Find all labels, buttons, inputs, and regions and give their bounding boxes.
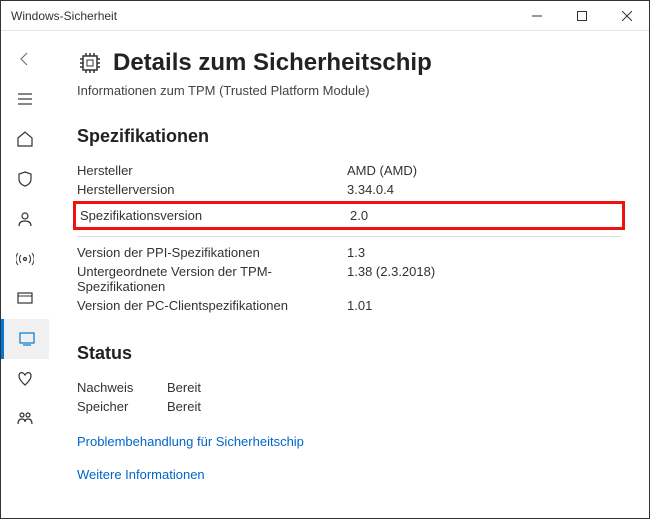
spec-row: Version der PC-Clientspezifikationen1.01 xyxy=(77,296,621,315)
specs-group-1: HerstellerAMD (AMD) Herstellerversion3.3… xyxy=(77,161,621,199)
status-row: SpeicherBereit xyxy=(77,397,621,416)
close-button[interactable] xyxy=(604,1,649,31)
minimize-button[interactable] xyxy=(514,1,559,31)
separator xyxy=(77,236,621,237)
sidebar-device-security[interactable] xyxy=(1,319,49,359)
spec-row-highlighted: Spezifikationsversion2.0 xyxy=(73,201,625,230)
menu-button[interactable] xyxy=(1,79,49,119)
window-controls xyxy=(514,1,649,31)
troubleshoot-link[interactable]: Problembehandlung für Sicherheitschip xyxy=(77,434,621,449)
spec-row: Untergeordnete Version der TPM-Spezifika… xyxy=(77,262,621,296)
specs-heading: Spezifikationen xyxy=(77,126,621,147)
spec-row: HerstellerAMD (AMD) xyxy=(77,161,621,180)
specs-group-2: Version der PPI-Spezifikationen1.3 Unter… xyxy=(77,243,621,315)
chip-icon xyxy=(77,50,103,76)
spec-row: Version der PPI-Spezifikationen1.3 xyxy=(77,243,621,262)
maximize-button[interactable] xyxy=(559,1,604,31)
status-heading: Status xyxy=(77,343,621,364)
status-row: NachweisBereit xyxy=(77,378,621,397)
sidebar-home[interactable] xyxy=(1,119,49,159)
page-subtitle: Informationen zum TPM (Trusted Platform … xyxy=(77,83,621,98)
page-title: Details zum Sicherheitschip xyxy=(113,49,432,77)
content: Details zum Sicherheitschip Informatione… xyxy=(49,31,649,518)
spec-row: Herstellerversion3.34.0.4 xyxy=(77,180,621,199)
titlebar: Windows-Sicherheit xyxy=(1,1,649,31)
sidebar xyxy=(1,31,49,518)
sidebar-firewall[interactable] xyxy=(1,239,49,279)
sidebar-protection[interactable] xyxy=(1,159,49,199)
sidebar-health[interactable] xyxy=(1,359,49,399)
sidebar-family[interactable] xyxy=(1,399,49,439)
sidebar-app[interactable] xyxy=(1,279,49,319)
sidebar-account[interactable] xyxy=(1,199,49,239)
back-button[interactable] xyxy=(1,39,49,79)
window-title: Windows-Sicherheit xyxy=(11,9,117,23)
more-info-link[interactable]: Weitere Informationen xyxy=(77,467,621,482)
